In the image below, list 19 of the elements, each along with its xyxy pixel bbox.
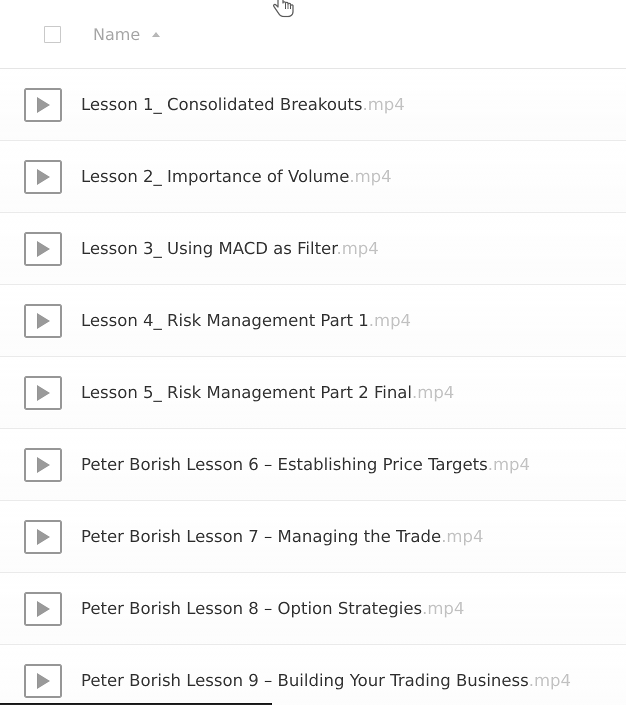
play-icon (24, 520, 62, 554)
file-name[interactable]: Lesson 2_ Importance of Volume.mp4 (81, 167, 392, 186)
play-icon (24, 88, 62, 122)
file-name[interactable]: Lesson 5_ Risk Management Part 2 Final.mp4 (81, 383, 454, 402)
file-name[interactable]: Lesson 4_ Risk Management Part 1.mp4 (81, 311, 412, 330)
file-name[interactable]: Peter Borish Lesson 8 – Option Strategies.mp4 (81, 599, 464, 618)
file-name[interactable]: Peter Borish Lesson 9 – Building Your Trading Business.mp4 (81, 671, 572, 690)
play-icon (24, 448, 62, 482)
file-name[interactable]: Peter Borish Lesson 7 – Managing the Trade.mp4 (81, 527, 484, 546)
play-icon (24, 232, 62, 266)
file-name[interactable]: Lesson 3_ Using MACD as Filter.mp4 (81, 239, 379, 258)
play-icon (24, 376, 62, 410)
file-name[interactable]: Lesson 1_ Consolidated Breakouts.mp4 (81, 95, 405, 114)
select-all-checkbox[interactable] (44, 26, 61, 42)
play-icon (24, 664, 62, 698)
play-icon (24, 304, 62, 338)
file-name[interactable]: Peter Borish Lesson 6 – Establishing Price Targets.mp4 (81, 455, 530, 474)
play-icon (24, 160, 62, 194)
play-icon (24, 592, 62, 626)
